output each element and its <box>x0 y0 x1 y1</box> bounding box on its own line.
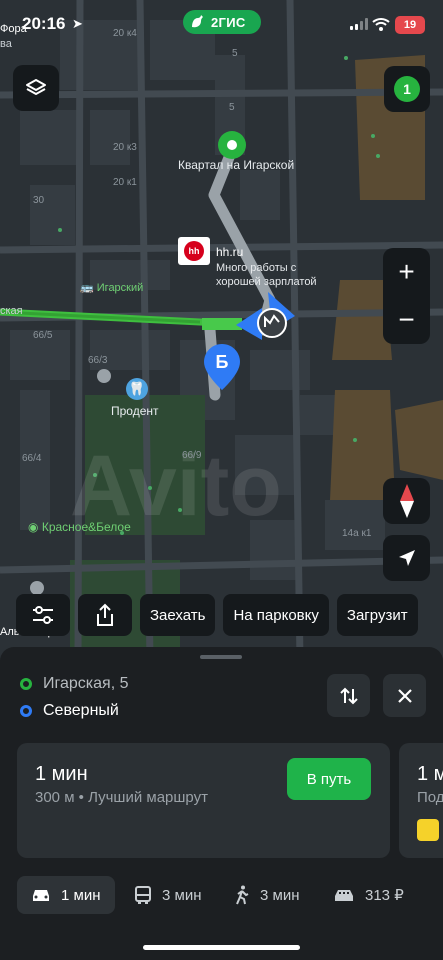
hh-ad-line1: Много работы с <box>216 262 297 274</box>
tooth-icon[interactable]: 🦷 <box>126 378 148 400</box>
swap-icon <box>339 687 358 704</box>
signal-icon <box>350 18 368 30</box>
chip-parking[interactable]: На парковку <box>223 594 329 636</box>
sheet-grabber[interactable] <box>200 655 242 659</box>
house-number: 66/9 <box>182 450 202 461</box>
brand-badge: 2ГИС <box>183 10 261 34</box>
route-to[interactable]: Северный <box>20 702 119 720</box>
place-pin-icon[interactable] <box>97 369 111 383</box>
layers-icon <box>26 79 46 95</box>
close-route-button[interactable] <box>383 674 426 717</box>
route-card-primary[interactable]: 1 мин 300 м • Лучший маршрут В путь <box>17 743 390 858</box>
compass-icon <box>399 484 414 518</box>
zoom-out-button[interactable]: − <box>383 296 430 344</box>
route-settings-button[interactable] <box>16 594 70 636</box>
zoom-in-button[interactable]: + <box>383 248 430 296</box>
swap-route-button[interactable] <box>327 674 370 717</box>
bus-icon <box>135 886 151 904</box>
house-number: 66/5 <box>33 330 53 341</box>
house-number: 14а к1 <box>342 528 372 539</box>
label-igarsky: 🚌 Игарский <box>80 282 144 294</box>
home-indicator <box>143 945 300 950</box>
battery-indicator: 19 <box>395 16 425 34</box>
mode-bus[interactable]: 3 мин <box>134 876 202 914</box>
navigation-arrow-icon <box>398 550 415 566</box>
sliders-icon <box>33 606 53 624</box>
chip-stop-by[interactable]: Заехать <box>140 594 216 636</box>
notifications-count: 1 <box>394 76 420 102</box>
close-icon <box>397 688 412 703</box>
start-navigation-button[interactable]: В путь <box>287 758 371 800</box>
clock: 20:16 <box>22 14 66 33</box>
shop-icon: ◉ <box>28 520 39 534</box>
house-number: 66/3 <box>88 355 108 366</box>
map-view[interactable]: Avito Фора ва 20 к4 5 5 20 к3 20 к1 30 6… <box>0 0 443 660</box>
route-bottom-sheet: Игарская, 5 Северный 1 мин 300 м • Лучши… <box>0 647 443 960</box>
route-from-label: Игарская, 5 <box>43 675 129 692</box>
from-dot-icon <box>20 678 32 690</box>
route-options-bar: Заехать На парковку Загрузит <box>16 594 418 636</box>
map-canvas: Avito <box>0 0 443 660</box>
route-card-secondary[interactable]: 1 м Под <box>399 743 443 858</box>
route-from[interactable]: Игарская, 5 <box>20 675 128 693</box>
route-subtitle: 300 м • Лучший маршрут <box>35 789 208 806</box>
share-button[interactable] <box>78 594 132 636</box>
to-dot-icon <box>20 705 32 717</box>
notifications-button[interactable]: 1 <box>384 66 430 112</box>
compass-button[interactable] <box>383 478 430 524</box>
share-icon <box>97 603 113 626</box>
start-marker[interactable] <box>218 131 246 159</box>
location-arrow-icon: ➤ <box>72 16 83 31</box>
route-to-label: Северный <box>43 702 119 719</box>
mode-taxi[interactable]: 313 ₽ <box>333 876 404 914</box>
hh-ad-logo[interactable]: hh <box>178 237 210 265</box>
house-number: 66/4 <box>22 453 42 464</box>
hh-ad-title: hh.ru <box>216 245 244 259</box>
brand-name: 2ГИС <box>211 14 246 30</box>
house-number: 20 к1 <box>113 177 137 188</box>
taxi-brand-icon <box>417 819 439 841</box>
car-icon <box>33 890 49 901</box>
place-pin-icon[interactable] <box>30 581 44 595</box>
route-duration: 1 м <box>417 763 443 785</box>
status-bar: 20:16 ➤ 2ГИС 19 <box>0 0 443 52</box>
label-street: ская <box>0 305 23 317</box>
route-subtitle: Под <box>417 789 443 806</box>
start-marker-label: Квартал на Игарской <box>178 158 295 172</box>
bus-stop-icon: 🚌 <box>80 282 94 294</box>
wifi-icon <box>372 18 390 31</box>
house-number: 20 к3 <box>113 142 137 153</box>
mode-walk[interactable]: 3 мин <box>234 876 300 914</box>
my-location-button[interactable] <box>383 535 430 581</box>
end-marker-letter: Б <box>215 352 229 372</box>
layers-button[interactable] <box>13 65 59 111</box>
house-number: 5 <box>229 102 235 113</box>
hh-ad-line2: хорошей зарплатой <box>216 276 317 288</box>
poi-krasnoe-beloe[interactable]: ◉ Красное&Белое <box>28 520 131 534</box>
zoom-control: + − <box>383 248 430 344</box>
house-number: 30 <box>33 195 45 206</box>
route-duration: 1 мин <box>35 763 88 785</box>
mode-car[interactable]: 1 мин <box>17 876 115 914</box>
chip-loading[interactable]: Загрузит <box>336 594 418 636</box>
walk-icon <box>236 885 249 905</box>
2gis-logo-icon <box>192 15 203 28</box>
taxi-icon <box>335 890 353 901</box>
transport-modes: 1 мин 3 мин 3 мин 313 ₽ <box>17 876 443 914</box>
poi-prodent: Продент <box>111 404 159 418</box>
